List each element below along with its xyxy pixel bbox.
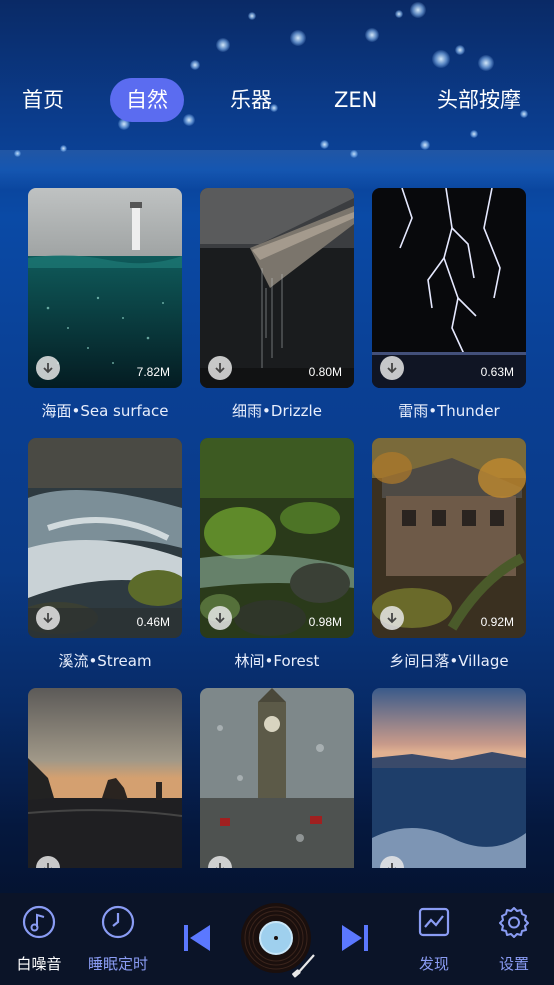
tab-head-massage[interactable]: 头部按摩 bbox=[437, 78, 521, 122]
file-size: 7.82M bbox=[136, 365, 170, 379]
sound-card-big-ben-rain[interactable] bbox=[200, 688, 354, 868]
category-tabs: 首页 自然 乐器 ZEN 头部按摩 bbox=[0, 78, 554, 124]
file-size: 0.80M bbox=[308, 365, 342, 379]
card-title: 溪流•Stream bbox=[58, 652, 152, 670]
file-size: 0.92M bbox=[480, 615, 514, 629]
sound-card-ocean-waves[interactable] bbox=[372, 688, 526, 868]
tab-instruments[interactable]: 乐器 bbox=[230, 78, 272, 122]
beach-image bbox=[28, 688, 182, 868]
thunder-image: 0.63M bbox=[372, 188, 526, 388]
ocean-waves-image bbox=[372, 688, 526, 868]
sound-card-drizzle[interactable]: 0.80M 细雨•Drizzle bbox=[200, 188, 354, 421]
sea-surface-image: 7.82M bbox=[28, 188, 182, 388]
sound-card-forest[interactable]: 0.98M 林间•Forest bbox=[200, 438, 354, 671]
bottom-nav-bar: 白噪音 睡眠定时 发现 设置 bbox=[0, 893, 554, 985]
village-image: 0.92M bbox=[372, 438, 526, 638]
download-icon[interactable] bbox=[380, 606, 404, 630]
nav-settings[interactable]: 设置 bbox=[479, 903, 549, 974]
card-title: 细雨•Drizzle bbox=[232, 402, 322, 420]
music-note-icon bbox=[20, 903, 58, 941]
sound-card-village[interactable]: 0.92M 乡间日落•Village bbox=[372, 438, 526, 671]
file-size: 0.46M bbox=[136, 615, 170, 629]
download-icon[interactable] bbox=[208, 356, 232, 380]
nav-discover-label: 发现 bbox=[418, 955, 449, 973]
vinyl-record-button[interactable] bbox=[240, 901, 320, 981]
skip-next-icon bbox=[342, 925, 368, 951]
nav-white-noise-label: 白噪音 bbox=[16, 955, 62, 973]
forest-image: 0.98M bbox=[200, 438, 354, 638]
card-title: 雷雨•Thunder bbox=[398, 402, 500, 420]
next-track-button[interactable] bbox=[338, 921, 372, 955]
vinyl-record-icon bbox=[241, 903, 315, 978]
sound-card-thunder[interactable]: 0.63M 雷雨•Thunder bbox=[372, 188, 526, 421]
stream-image: 0.46M bbox=[28, 438, 182, 638]
tab-home[interactable]: 首页 bbox=[22, 78, 64, 122]
download-icon[interactable] bbox=[36, 356, 60, 380]
nav-sleep-timer-label: 睡眠定时 bbox=[87, 955, 148, 973]
card-title: 林间•Forest bbox=[234, 652, 320, 670]
tab-nature[interactable]: 自然 bbox=[110, 78, 184, 122]
download-icon[interactable] bbox=[36, 606, 60, 630]
download-icon[interactable] bbox=[208, 606, 232, 630]
previous-track-button[interactable] bbox=[180, 921, 214, 955]
water-surface bbox=[0, 150, 554, 190]
download-icon[interactable] bbox=[380, 356, 404, 380]
sound-card-sea-surface[interactable]: 7.82M 海面•Sea surface bbox=[28, 188, 182, 421]
trend-chart-icon bbox=[415, 903, 453, 941]
nav-settings-label: 设置 bbox=[498, 955, 529, 973]
nav-sleep-timer[interactable]: 睡眠定时 bbox=[83, 903, 153, 974]
tab-zen[interactable]: ZEN bbox=[334, 78, 377, 122]
big-ben-rain-image bbox=[200, 688, 354, 868]
nav-discover[interactable]: 发现 bbox=[399, 903, 469, 974]
file-size: 0.63M bbox=[480, 365, 514, 379]
file-size: 0.98M bbox=[308, 615, 342, 629]
card-title: 乡间日落•Village bbox=[389, 652, 509, 670]
gear-icon bbox=[495, 903, 533, 941]
sound-card-beach[interactable] bbox=[28, 688, 182, 868]
nav-white-noise[interactable]: 白噪音 bbox=[4, 903, 74, 974]
drizzle-image: 0.80M bbox=[200, 188, 354, 388]
clock-icon bbox=[99, 903, 137, 941]
sound-card-stream[interactable]: 0.46M 溪流•Stream bbox=[28, 438, 182, 671]
card-title: 海面•Sea surface bbox=[41, 402, 169, 420]
skip-previous-icon bbox=[184, 925, 210, 951]
